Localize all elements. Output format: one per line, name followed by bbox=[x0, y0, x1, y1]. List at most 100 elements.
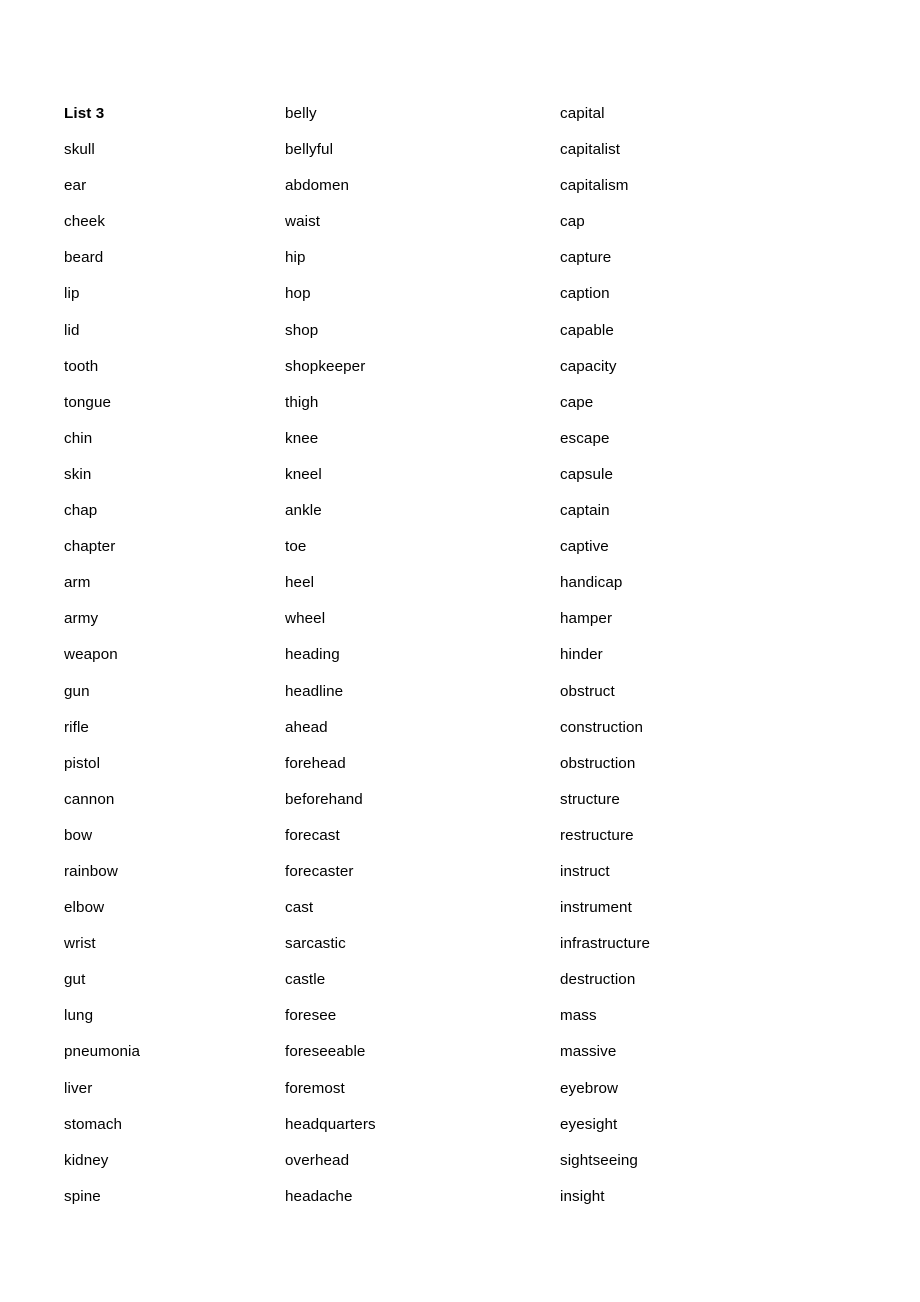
word-item: captive bbox=[560, 538, 609, 556]
word-item: insight bbox=[560, 1187, 605, 1205]
word-item: tongue bbox=[64, 393, 112, 411]
word-item: capable bbox=[560, 321, 614, 339]
word-item: instruct bbox=[560, 862, 610, 880]
word-list-row: chin knee escape bbox=[0, 421, 920, 457]
word-item: castle bbox=[285, 971, 326, 989]
word-item: forehead bbox=[285, 754, 346, 772]
word-item: toe bbox=[285, 538, 307, 556]
word-list-row: beard hip capture bbox=[0, 240, 920, 276]
word-list-row: skin kneel capsule bbox=[0, 457, 920, 493]
word-item: heel bbox=[285, 574, 315, 592]
word-list-row: lid shop capable bbox=[0, 313, 920, 349]
word-item: weapon bbox=[64, 646, 118, 664]
word-item: construction bbox=[560, 718, 644, 736]
word-item: pistol bbox=[64, 754, 101, 772]
word-item: heading bbox=[285, 646, 340, 664]
word-item: hip bbox=[285, 249, 306, 267]
word-item: lung bbox=[64, 1007, 94, 1025]
word-item: shop bbox=[285, 321, 319, 339]
word-item: belly bbox=[285, 105, 317, 122]
word-item: chap bbox=[64, 502, 98, 520]
word-list-row: lung foresee mass bbox=[0, 998, 920, 1034]
word-item: ankle bbox=[285, 502, 322, 520]
word-item: capital bbox=[560, 105, 605, 122]
word-item: capitalist bbox=[560, 141, 621, 159]
word-item: escape bbox=[560, 429, 610, 447]
word-item: knee bbox=[285, 429, 319, 447]
word-item: kneel bbox=[285, 465, 322, 483]
word-list-row: List 3 belly capital bbox=[0, 96, 920, 132]
word-item: structure bbox=[560, 790, 620, 808]
word-item: wrist bbox=[64, 935, 96, 953]
word-list-row: rainbow forecaster instruct bbox=[0, 854, 920, 890]
word-list-row: gun headline obstruct bbox=[0, 674, 920, 710]
word-list-row: gut castle destruction bbox=[0, 962, 920, 998]
word-item: sarcastic bbox=[285, 935, 346, 953]
word-item: arm bbox=[64, 574, 91, 592]
word-item: chin bbox=[64, 429, 93, 447]
word-item: cast bbox=[285, 899, 314, 917]
word-item: headache bbox=[285, 1187, 353, 1205]
word-item: lip bbox=[64, 285, 80, 303]
word-list-row: kidney overhead sightseeing bbox=[0, 1143, 920, 1179]
word-list-table: List 3 belly capital skull bellyful capitalis… bbox=[0, 96, 920, 1215]
word-item: beforehand bbox=[285, 790, 363, 808]
word-list-row: elbow cast instrument bbox=[0, 890, 920, 926]
word-list-row: lip hop caption bbox=[0, 276, 920, 312]
word-item: eyesight bbox=[560, 1115, 618, 1133]
document-page: List 3 belly capital skull bellyful capitalis… bbox=[0, 0, 920, 1302]
word-item: sightseeing bbox=[560, 1151, 638, 1169]
word-item: waist bbox=[285, 213, 321, 231]
word-item: stomach bbox=[64, 1115, 123, 1133]
word-item: cap bbox=[560, 213, 585, 231]
word-item: capture bbox=[560, 249, 612, 267]
word-item: gun bbox=[64, 682, 90, 700]
word-item: cheek bbox=[64, 213, 106, 231]
word-item: handicap bbox=[560, 574, 623, 592]
word-item: abdomen bbox=[285, 177, 350, 195]
word-item: capsule bbox=[560, 465, 614, 483]
word-list-row: arm heel handicap bbox=[0, 565, 920, 601]
word-item: forecaster bbox=[285, 862, 354, 880]
word-item: mass bbox=[560, 1007, 597, 1025]
word-list-row: cannon beforehand structure bbox=[0, 782, 920, 818]
word-item: spine bbox=[64, 1187, 101, 1205]
word-list-row: tongue thigh cape bbox=[0, 385, 920, 421]
word-item: obstruct bbox=[560, 682, 615, 700]
word-item: ear bbox=[64, 177, 87, 195]
word-item: headline bbox=[285, 682, 344, 700]
word-item: beard bbox=[64, 249, 104, 267]
word-item: foremost bbox=[285, 1079, 345, 1097]
word-list-row: ear abdomen capitalism bbox=[0, 168, 920, 204]
word-item: destruction bbox=[560, 971, 636, 989]
word-item: chapter bbox=[64, 538, 116, 556]
word-item: forecast bbox=[285, 826, 340, 844]
word-list-row: tooth shopkeeper capacity bbox=[0, 349, 920, 385]
word-list-row: pistol forehead obstruction bbox=[0, 746, 920, 782]
word-item: massive bbox=[560, 1043, 617, 1061]
word-item: liver bbox=[64, 1079, 93, 1097]
word-item: hamper bbox=[560, 610, 613, 628]
word-item: ahead bbox=[285, 718, 328, 736]
word-item: headquarters bbox=[285, 1115, 376, 1133]
word-list-row: stomach headquarters eyesight bbox=[0, 1107, 920, 1143]
word-list-row: liver foremost eyebrow bbox=[0, 1071, 920, 1107]
word-item: overhead bbox=[285, 1151, 350, 1169]
word-item: rainbow bbox=[64, 862, 118, 880]
word-item: instrument bbox=[560, 899, 632, 917]
word-list-row: wrist sarcastic infrastructure bbox=[0, 926, 920, 962]
word-item: caption bbox=[560, 285, 610, 303]
word-item: skin bbox=[64, 465, 92, 483]
word-item: rifle bbox=[64, 718, 89, 736]
word-item: bellyful bbox=[285, 141, 334, 159]
word-list-row: chapter toe captive bbox=[0, 529, 920, 565]
word-list-row: weapon heading hinder bbox=[0, 637, 920, 673]
word-item: capitalism bbox=[560, 177, 629, 195]
word-item: kidney bbox=[64, 1151, 109, 1169]
word-list-row: spine headache insight bbox=[0, 1179, 920, 1215]
word-item: wheel bbox=[285, 610, 326, 628]
word-item: pneumonia bbox=[64, 1043, 141, 1061]
word-item: cape bbox=[560, 393, 594, 411]
word-item: hop bbox=[285, 285, 311, 303]
word-list-row: cheek waist cap bbox=[0, 204, 920, 240]
